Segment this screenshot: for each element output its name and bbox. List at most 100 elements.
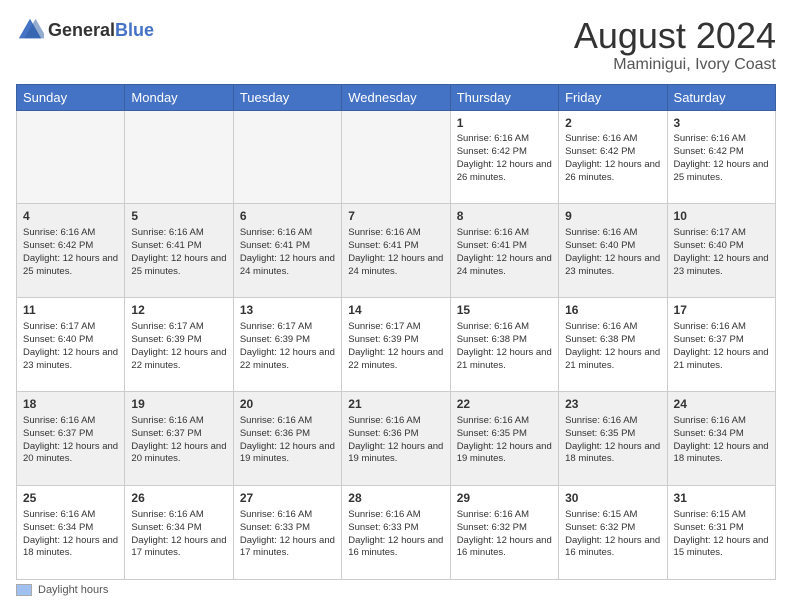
day-number: 1 (457, 115, 552, 132)
calendar-table: Sunday Monday Tuesday Wednesday Thursday… (16, 84, 776, 580)
calendar-cell: 14 Sunrise: 6:17 AMSunset: 6:39 PMDayligh… (342, 298, 450, 392)
logo-blue: Blue (115, 20, 154, 40)
day-info: Sunrise: 6:16 AMSunset: 6:42 PMDaylight:… (23, 227, 118, 278)
day-info: Sunrise: 6:16 AMSunset: 6:41 PMDaylight:… (348, 227, 443, 278)
calendar-cell (17, 110, 125, 204)
day-number: 13 (240, 302, 335, 319)
day-info: Sunrise: 6:16 AMSunset: 6:35 PMDaylight:… (565, 415, 660, 466)
week-row-4: 18 Sunrise: 6:16 AMSunset: 6:37 PMDayligh… (17, 392, 776, 486)
legend-color (16, 584, 32, 596)
calendar-cell: 8 Sunrise: 6:16 AMSunset: 6:41 PMDaylight… (450, 204, 558, 298)
day-number: 26 (131, 490, 226, 507)
day-info: Sunrise: 6:16 AMSunset: 6:37 PMDaylight:… (23, 415, 118, 466)
day-number: 19 (131, 396, 226, 413)
calendar-cell: 18 Sunrise: 6:16 AMSunset: 6:37 PMDayligh… (17, 392, 125, 486)
calendar-cell (233, 110, 341, 204)
calendar-cell (125, 110, 233, 204)
day-info: Sunrise: 6:17 AMSunset: 6:39 PMDaylight:… (131, 321, 226, 372)
page-header: GeneralBlue August 2024 Maminigui, Ivory… (16, 16, 776, 74)
day-number: 5 (131, 208, 226, 225)
day-info: Sunrise: 6:16 AMSunset: 6:34 PMDaylight:… (674, 415, 769, 466)
subtitle: Maminigui, Ivory Coast (574, 56, 776, 74)
day-info: Sunrise: 6:17 AMSunset: 6:39 PMDaylight:… (348, 321, 443, 372)
calendar-cell: 28 Sunrise: 6:16 AMSunset: 6:33 PMDayligh… (342, 486, 450, 580)
calendar-cell: 3Sunrise: 6:16 AMSunset: 6:42 PMDaylight… (667, 110, 775, 204)
day-info: Sunrise: 6:15 AMSunset: 6:32 PMDaylight:… (565, 509, 660, 560)
day-number: 15 (457, 302, 552, 319)
calendar-cell: 29Sunrise: 6:16 AMSunset: 6:32 PMDayligh… (450, 486, 558, 580)
header-monday: Monday (125, 84, 233, 110)
day-number: 18 (23, 396, 118, 413)
day-number: 30 (565, 490, 660, 507)
calendar-cell: 2Sunrise: 6:16 AMSunset: 6:42 PMDaylight… (559, 110, 667, 204)
calendar-cell: 4 Sunrise: 6:16 AMSunset: 6:42 PMDaylight… (17, 204, 125, 298)
day-number: 8 (457, 208, 552, 225)
day-info: Sunrise: 6:16 AMSunset: 6:42 PMDaylight:… (457, 133, 552, 184)
logo-general: General (48, 20, 115, 40)
header-saturday: Saturday (667, 84, 775, 110)
day-info: Sunrise: 6:17 AMSunset: 6:40 PMDaylight:… (674, 227, 769, 278)
day-number: 31 (674, 490, 769, 507)
calendar-cell: 6Sunrise: 6:16 AMSunset: 6:41 PMDaylight… (233, 204, 341, 298)
calendar-cell: 1Sunrise: 6:16 AMSunset: 6:42 PMDaylight… (450, 110, 558, 204)
day-info: Sunrise: 6:15 AMSunset: 6:31 PMDaylight:… (674, 509, 769, 560)
calendar-cell: 7 Sunrise: 6:16 AMSunset: 6:41 PMDaylight… (342, 204, 450, 298)
calendar-cell: 10Sunrise: 6:17 AMSunset: 6:40 PMDayligh… (667, 204, 775, 298)
day-info: Sunrise: 6:17 AMSunset: 6:39 PMDaylight:… (240, 321, 335, 372)
day-number: 9 (565, 208, 660, 225)
calendar-cell: 17Sunrise: 6:16 AMSunset: 6:37 PMDayligh… (667, 298, 775, 392)
day-info: Sunrise: 6:16 AMSunset: 6:38 PMDaylight:… (457, 321, 552, 372)
day-info: Sunrise: 6:16 AMSunset: 6:34 PMDaylight:… (23, 509, 118, 560)
day-number: 16 (565, 302, 660, 319)
header-friday: Friday (559, 84, 667, 110)
title-section: August 2024 Maminigui, Ivory Coast (574, 16, 776, 74)
calendar-cell: 30 Sunrise: 6:15 AMSunset: 6:32 PMDayligh… (559, 486, 667, 580)
day-number: 4 (23, 208, 118, 225)
day-info: Sunrise: 6:16 AMSunset: 6:33 PMDaylight:… (348, 509, 443, 560)
day-info: Sunrise: 6:16 AMSunset: 6:38 PMDaylight:… (565, 321, 660, 372)
day-info: Sunrise: 6:17 AMSunset: 6:40 PMDaylight:… (23, 321, 118, 372)
day-number: 12 (131, 302, 226, 319)
day-info: Sunrise: 6:16 AMSunset: 6:42 PMDaylight:… (674, 133, 769, 184)
day-info: Sunrise: 6:16 AMSunset: 6:33 PMDaylight:… (240, 509, 335, 560)
legend: Daylight hours (16, 584, 776, 596)
week-row-3: 11Sunrise: 6:17 AMSunset: 6:40 PMDayligh… (17, 298, 776, 392)
day-info: Sunrise: 6:16 AMSunset: 6:40 PMDaylight:… (565, 227, 660, 278)
logo-text: GeneralBlue (48, 20, 154, 41)
day-info: Sunrise: 6:16 AMSunset: 6:36 PMDaylight:… (240, 415, 335, 466)
day-info: Sunrise: 6:16 AMSunset: 6:36 PMDaylight:… (348, 415, 443, 466)
calendar-cell: 15 Sunrise: 6:16 AMSunset: 6:38 PMDayligh… (450, 298, 558, 392)
calendar-cell: 25 Sunrise: 6:16 AMSunset: 6:34 PMDayligh… (17, 486, 125, 580)
day-number: 25 (23, 490, 118, 507)
day-number: 24 (674, 396, 769, 413)
day-info: Sunrise: 6:16 AMSunset: 6:42 PMDaylight:… (565, 133, 660, 184)
day-info: Sunrise: 6:16 AMSunset: 6:35 PMDaylight:… (457, 415, 552, 466)
day-number: 28 (348, 490, 443, 507)
calendar-cell: 23Sunrise: 6:16 AMSunset: 6:35 PMDayligh… (559, 392, 667, 486)
calendar-cell: 19 Sunrise: 6:16 AMSunset: 6:37 PMDayligh… (125, 392, 233, 486)
calendar-cell (342, 110, 450, 204)
calendar-cell: 12 Sunrise: 6:17 AMSunset: 6:39 PMDayligh… (125, 298, 233, 392)
day-info: Sunrise: 6:16 AMSunset: 6:37 PMDaylight:… (131, 415, 226, 466)
calendar-cell: 24 Sunrise: 6:16 AMSunset: 6:34 PMDayligh… (667, 392, 775, 486)
day-number: 2 (565, 115, 660, 132)
header-sunday: Sunday (17, 84, 125, 110)
day-number: 27 (240, 490, 335, 507)
day-number: 17 (674, 302, 769, 319)
day-number: 14 (348, 302, 443, 319)
calendar-cell: 31 Sunrise: 6:15 AMSunset: 6:31 PMDayligh… (667, 486, 775, 580)
calendar-cell: 16 Sunrise: 6:16 AMSunset: 6:38 PMDayligh… (559, 298, 667, 392)
legend-label: Daylight hours (38, 584, 108, 596)
day-number: 3 (674, 115, 769, 132)
day-headers-row: Sunday Monday Tuesday Wednesday Thursday… (17, 84, 776, 110)
calendar-cell: 26Sunrise: 6:16 AMSunset: 6:34 PMDayligh… (125, 486, 233, 580)
calendar-cell: 20Sunrise: 6:16 AMSunset: 6:36 PMDayligh… (233, 392, 341, 486)
logo-icon (16, 16, 44, 44)
day-info: Sunrise: 6:16 AMSunset: 6:41 PMDaylight:… (457, 227, 552, 278)
day-number: 7 (348, 208, 443, 225)
calendar-cell: 21Sunrise: 6:16 AMSunset: 6:36 PMDayligh… (342, 392, 450, 486)
day-number: 6 (240, 208, 335, 225)
header-tuesday: Tuesday (233, 84, 341, 110)
day-info: Sunrise: 6:16 AMSunset: 6:41 PMDaylight:… (131, 227, 226, 278)
week-row-5: 25 Sunrise: 6:16 AMSunset: 6:34 PMDayligh… (17, 486, 776, 580)
